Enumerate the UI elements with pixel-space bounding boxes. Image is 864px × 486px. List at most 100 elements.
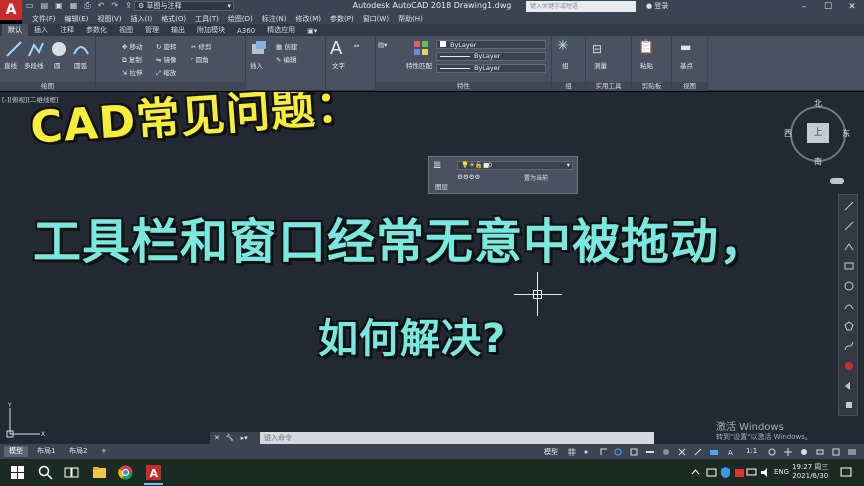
tab-model[interactable]: 模型 [4, 446, 28, 457]
tab-insert[interactable]: 插入 [28, 24, 54, 36]
security-shield-icon[interactable] [720, 465, 731, 480]
snap-icon[interactable] [582, 448, 590, 456]
pan-icon[interactable] [844, 221, 854, 231]
polygon-tool-icon[interactable] [844, 321, 854, 331]
tab-a360[interactable]: A360 [231, 26, 261, 36]
match-properties-icon[interactable] [412, 39, 430, 57]
layer-tools-icons[interactable]: ⚙⚙⚙⚙ [457, 173, 480, 181]
menu-window[interactable]: 窗口(W) [363, 14, 389, 24]
notification-center-icon[interactable] [840, 465, 852, 480]
save-icon[interactable]: ▣ [55, 1, 63, 11]
linetype-combo[interactable]: ByLayer [436, 52, 546, 61]
print-icon[interactable]: ⎙ [84, 1, 90, 11]
back-arrow-icon[interactable] [844, 381, 854, 391]
lineweight-icon[interactable] [646, 448, 654, 456]
workspace-gear-icon[interactable] [768, 448, 776, 456]
create-block-button[interactable]: ▦ 创建 [276, 41, 297, 51]
insert-button[interactable]: 插入 [250, 60, 263, 70]
fillet-button[interactable]: ◜ 圆角 [191, 54, 209, 64]
group-button[interactable]: 组 [562, 60, 569, 70]
menu-insert[interactable]: 插入(I) [131, 14, 153, 24]
ortho-icon[interactable] [600, 448, 608, 456]
mirror-button[interactable]: ⇋ 镜像 [156, 54, 177, 64]
curve-tool-icon[interactable] [844, 341, 854, 351]
line-icon[interactable] [5, 40, 23, 58]
viewcube-top-face[interactable]: 上 [807, 123, 829, 143]
plus-icon[interactable] [784, 448, 792, 456]
paste-button[interactable]: 粘贴 [640, 60, 653, 70]
circle-button[interactable]: 圆 [54, 60, 61, 70]
base-view-icon[interactable]: ▬ [680, 40, 691, 54]
task-view-icon[interactable] [64, 465, 79, 480]
maximize-button[interactable]: ☐ [816, 0, 840, 13]
display-icon[interactable] [746, 465, 757, 480]
add-layout-button[interactable]: + [96, 446, 112, 457]
transparency-icon[interactable] [662, 448, 670, 456]
text-icon[interactable]: A [330, 38, 342, 59]
zoom-extents-icon[interactable] [844, 241, 854, 251]
close-button[interactable]: ✕ [840, 0, 864, 13]
arc-tool-icon[interactable] [844, 301, 854, 311]
new-file-icon[interactable]: ▭ [26, 1, 34, 11]
rotate-button[interactable]: ↻ 旋转 [156, 41, 177, 51]
measure-button[interactable]: 测量 [594, 60, 607, 70]
group-icon[interactable]: ✳ [557, 38, 569, 54]
layer-properties-icon[interactable]: ▤▾ [378, 41, 387, 49]
workspace-dropdown[interactable]: ⚙ 草图与注释 ▾ [134, 1, 234, 11]
trash-icon[interactable] [844, 399, 854, 409]
login-button[interactable]: ● 登录 [646, 1, 668, 11]
showmotion-icon[interactable] [844, 281, 854, 291]
tab-default[interactable]: 默认 [2, 24, 28, 36]
menu-tools[interactable]: 工具(T) [195, 14, 219, 24]
chrome-browser-icon[interactable] [118, 465, 133, 480]
menu-draw[interactable]: 绘图(D) [228, 14, 253, 24]
scale-button[interactable]: ⤢ 缩放 [156, 67, 176, 78]
measure-icon[interactable]: ⊟ [592, 42, 602, 56]
insert-block-icon[interactable] [250, 40, 268, 58]
full-navigation-wheel-icon[interactable] [844, 201, 854, 211]
color-combo[interactable]: ByLayer [436, 40, 546, 49]
linear-dim-icon[interactable]: ↔ [354, 42, 359, 50]
selection-cycling-icon[interactable] [678, 448, 686, 456]
status-model-space[interactable]: 模型 [544, 447, 558, 457]
network-icon[interactable] [706, 465, 717, 480]
file-explorer-icon[interactable] [92, 465, 107, 480]
tab-annotate[interactable]: 注释 [54, 24, 80, 36]
tab-manage[interactable]: 管理 [139, 24, 165, 36]
match-properties-button[interactable]: 特性匹配 [406, 60, 432, 70]
floating-layer-toolbar[interactable]: ≣ 0 ▾ 💡☀🔓■ ⚙⚙⚙⚙ 置为当前 图层 [428, 156, 578, 194]
isolate-objects-icon[interactable] [800, 448, 808, 456]
close-icon[interactable]: ✕ [214, 434, 220, 442]
text-button[interactable]: 文字 [332, 60, 345, 70]
clean-screen-icon[interactable] [832, 448, 840, 456]
set-current-button[interactable]: 置为当前 [524, 173, 548, 182]
tab-addins[interactable]: 附加模块 [191, 24, 231, 36]
record-icon[interactable] [844, 361, 854, 371]
input-language[interactable]: ENG [774, 468, 789, 476]
tab-featured-apps[interactable]: 精选应用 [261, 24, 301, 36]
viewcube-west[interactable]: 西 [784, 128, 792, 139]
drawing-canvas[interactable]: [-][俯视][二维线框] ≣ 0 ▾ 💡☀🔓■ ⚙⚙⚙⚙ 置为当前 图层 CA… [0, 92, 864, 444]
share-icon[interactable]: ⇪ [125, 1, 132, 11]
annotation-scale-icon[interactable]: A [728, 448, 736, 456]
tab-view[interactable]: 视图 [113, 24, 139, 36]
tab-layout1[interactable]: 布局1 [32, 446, 60, 457]
viewcube-north[interactable]: 北 [814, 98, 822, 109]
menu-view[interactable]: 视图(V) [97, 14, 121, 24]
menu-edit[interactable]: 编辑(E) [65, 14, 89, 24]
tab-output[interactable]: 输出 [165, 24, 191, 36]
system-clock[interactable]: 19:27 周三 2021/6/30 [792, 463, 828, 481]
minimize-button[interactable]: – [792, 0, 816, 13]
autocad-logo-button[interactable]: A [0, 0, 22, 20]
command-input[interactable] [260, 432, 654, 444]
wcs-menu-button[interactable] [830, 178, 844, 184]
menu-help[interactable]: 帮助(H) [398, 14, 423, 24]
command-prompt-icon[interactable]: ▸▾ [241, 434, 248, 442]
ribbon-options-icon[interactable]: ▣▾ [301, 26, 323, 36]
help-search-input[interactable]: 键入关键字或短语 [526, 1, 636, 12]
open-file-icon[interactable]: ▤ [41, 1, 49, 11]
polyline-icon[interactable] [27, 40, 45, 58]
undo-icon[interactable]: ↶ [98, 1, 105, 11]
dynamic-ucs-icon[interactable] [694, 448, 702, 456]
menu-format[interactable]: 格式(O) [161, 14, 186, 24]
